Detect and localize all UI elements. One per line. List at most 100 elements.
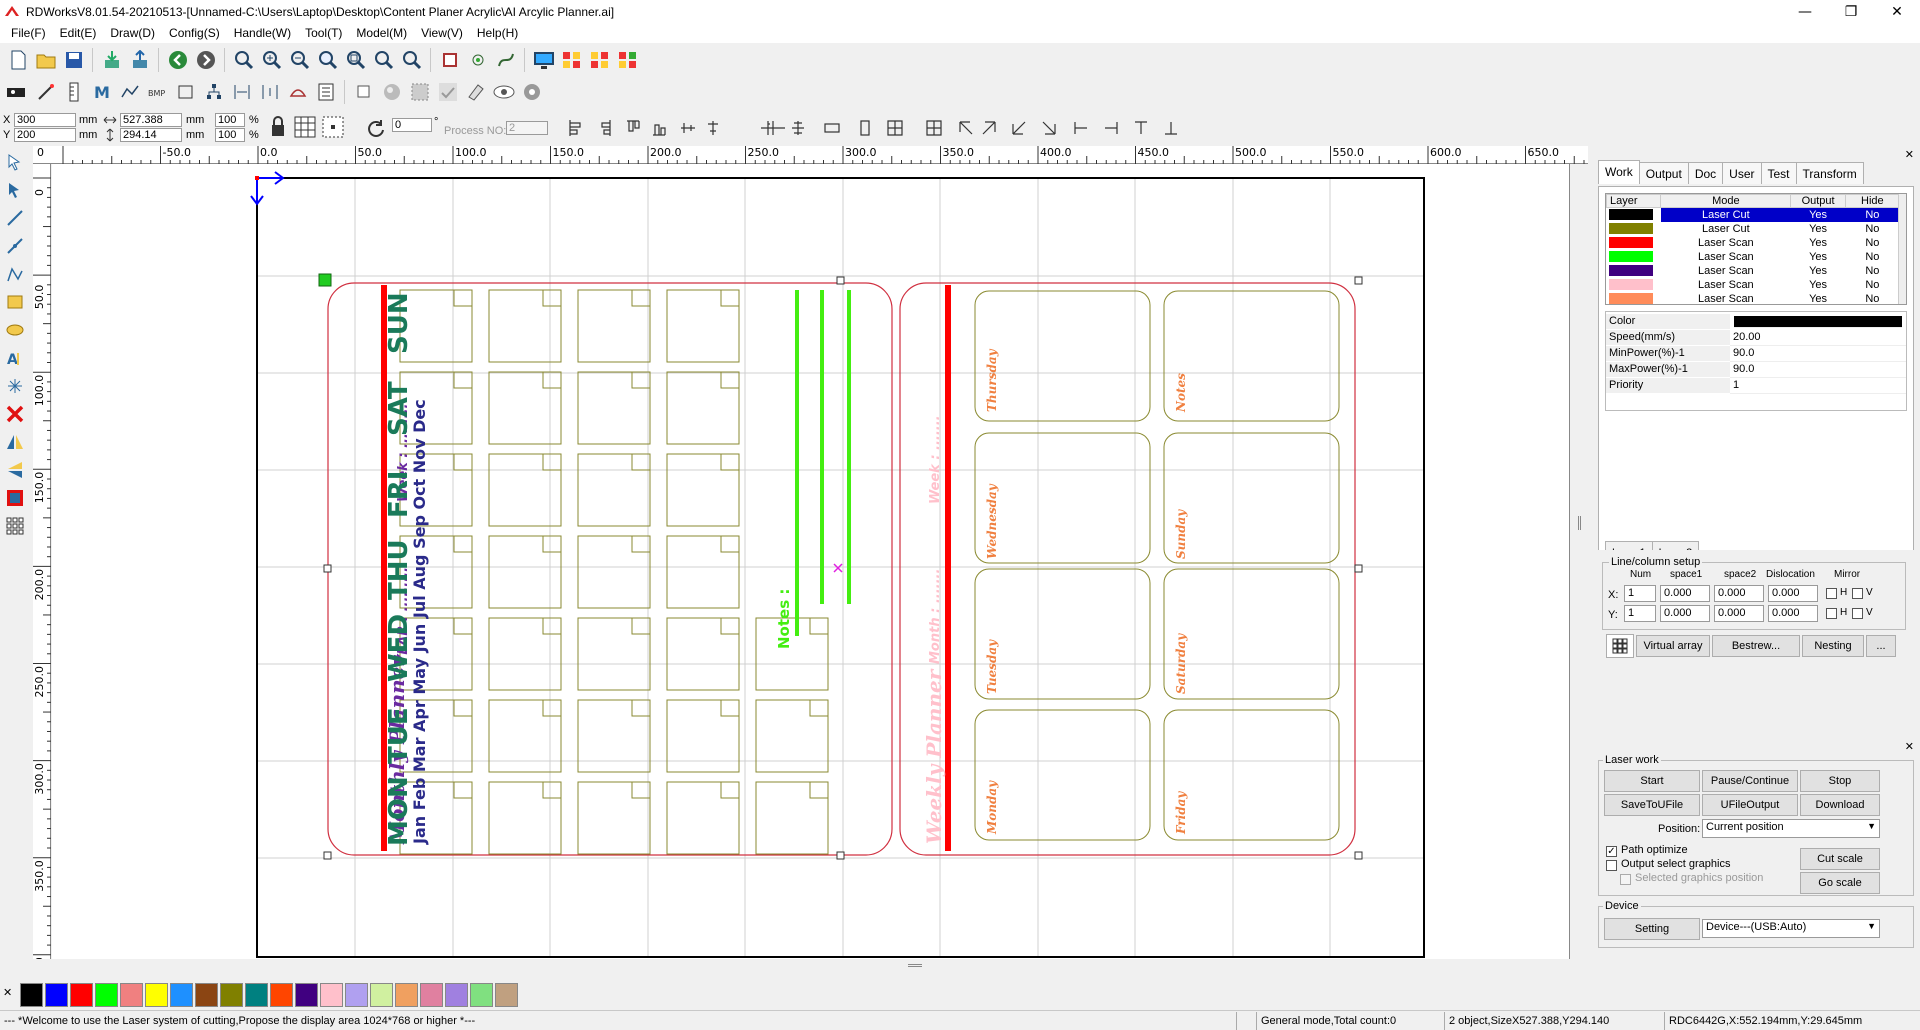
- mirror-x-v-checkbox[interactable]: [1852, 588, 1863, 599]
- color-swatch[interactable]: [270, 983, 293, 1007]
- layer-output[interactable]: Yes: [1791, 222, 1845, 236]
- layer-hide[interactable]: No: [1845, 222, 1899, 236]
- node-icon[interactable]: [464, 47, 492, 73]
- color-swatch[interactable]: [345, 983, 368, 1007]
- checkbox-icon[interactable]: [350, 79, 378, 105]
- path-optimize-checkbox[interactable]: ✓: [1606, 846, 1617, 857]
- layer-mode[interactable]: Laser Scan: [1661, 236, 1791, 250]
- layer-hide[interactable]: No: [1845, 264, 1899, 278]
- panel-close-icon[interactable]: ✕: [1905, 148, 1914, 161]
- layer-mode[interactable]: Laser Scan: [1661, 250, 1791, 264]
- rectangle-tool-icon[interactable]: [0, 288, 30, 316]
- import-icon[interactable]: [98, 47, 126, 73]
- laser-image-icon[interactable]: [0, 484, 30, 512]
- node-edit-icon[interactable]: [0, 176, 30, 204]
- start-button[interactable]: Start: [1604, 770, 1700, 792]
- menu-model[interactable]: Model(M): [349, 23, 414, 43]
- lock-icon[interactable]: [270, 116, 286, 141]
- tab-test[interactable]: Test: [1760, 162, 1797, 184]
- tab-transform[interactable]: Transform: [1795, 162, 1864, 184]
- layer-hide[interactable]: No: [1845, 292, 1899, 305]
- position-select[interactable]: Current position ▼: [1702, 819, 1880, 838]
- redo-icon[interactable]: [192, 47, 220, 73]
- color-swatch[interactable]: [170, 983, 193, 1007]
- array-x-space1[interactable]: 0.000: [1660, 585, 1710, 602]
- new-file-icon[interactable]: [4, 47, 32, 73]
- array-yellow-icon[interactable]: [586, 47, 614, 73]
- color-swatch[interactable]: [20, 983, 43, 1007]
- layer-output[interactable]: Yes: [1791, 264, 1845, 278]
- layer-row[interactable]: Laser Scan Yes No: [1607, 278, 1900, 292]
- rotate-icon[interactable]: [366, 118, 386, 141]
- export-icon[interactable]: [126, 47, 154, 73]
- layer-row[interactable]: Laser Scan Yes No: [1607, 250, 1900, 264]
- menu-handle[interactable]: Handle(W): [227, 23, 298, 43]
- menu-view[interactable]: View(V): [414, 23, 470, 43]
- layer-row[interactable]: Laser Scan Yes No: [1607, 292, 1900, 305]
- maximize-button[interactable]: ❐: [1828, 0, 1874, 23]
- menu-config[interactable]: Config(S): [162, 23, 227, 43]
- bottom-splitter-handle[interactable]: [908, 964, 922, 967]
- color-swatch[interactable]: [295, 983, 318, 1007]
- layer-hide[interactable]: No: [1845, 250, 1899, 264]
- array-y-num[interactable]: 1: [1624, 605, 1656, 622]
- ufile-output-button[interactable]: UFileOutput: [1702, 794, 1798, 816]
- color-swatch[interactable]: [445, 983, 468, 1007]
- model-m-icon[interactable]: M: [88, 79, 116, 105]
- sphere-icon[interactable]: [378, 79, 406, 105]
- color-swatch[interactable]: [495, 983, 518, 1007]
- zoom-select-icon[interactable]: [342, 47, 370, 73]
- bestrew-button[interactable]: Bestrew...: [1712, 635, 1800, 657]
- curve-tool-icon[interactable]: [0, 260, 30, 288]
- height-input[interactable]: [120, 128, 182, 142]
- path-icon[interactable]: [492, 47, 520, 73]
- device-setting-button[interactable]: Setting: [1604, 918, 1700, 940]
- check-tool-icon[interactable]: [434, 79, 462, 105]
- eraser-icon[interactable]: [462, 79, 490, 105]
- menu-file[interactable]: File(F): [4, 23, 53, 43]
- color-swatch[interactable]: [395, 983, 418, 1007]
- tab-work[interactable]: Work: [1598, 160, 1640, 184]
- drawing-canvas[interactable]: Jan Feb Mar Apr May Jun Jul Aug Sep Oct …: [52, 164, 1570, 959]
- right-splitter-handle[interactable]: [1578, 516, 1581, 530]
- weld-icon[interactable]: [284, 79, 312, 105]
- settings-gear-icon[interactable]: [518, 79, 546, 105]
- close-button[interactable]: ✕: [1874, 0, 1920, 23]
- color-swatch[interactable]: [220, 983, 243, 1007]
- layer-mode[interactable]: Laser Cut: [1661, 222, 1791, 236]
- zoom-all-icon[interactable]: [398, 47, 426, 73]
- array-green-icon[interactable]: [614, 47, 642, 73]
- layer-output[interactable]: Yes: [1791, 250, 1845, 264]
- save-icon[interactable]: [60, 47, 88, 73]
- align-tools-icon[interactable]: [565, 118, 1195, 138]
- zoom-out-icon[interactable]: [286, 47, 314, 73]
- rotate-angle-input[interactable]: [392, 118, 432, 132]
- menu-edit[interactable]: Edit(E): [53, 23, 104, 43]
- color-swatch[interactable]: [420, 983, 443, 1007]
- layer-hide[interactable]: No: [1845, 278, 1899, 292]
- menu-tool[interactable]: Tool(T): [298, 23, 349, 43]
- array-y-dislocation[interactable]: 0.000: [1768, 605, 1818, 622]
- list-icon[interactable]: [312, 79, 340, 105]
- color-swatch[interactable]: [320, 983, 343, 1007]
- tab-user[interactable]: User: [1722, 162, 1762, 184]
- selection-anchor[interactable]: [318, 273, 332, 287]
- select-arrow-icon[interactable]: [0, 148, 30, 176]
- array-red-icon[interactable]: [558, 47, 586, 73]
- layer-mode[interactable]: Laser Cut: [1660, 207, 1791, 222]
- scale-height-input[interactable]: [215, 128, 245, 142]
- array-y-space1[interactable]: 0.000: [1660, 605, 1710, 622]
- color-swatch[interactable]: [470, 983, 493, 1007]
- tab-output[interactable]: Output: [1638, 162, 1689, 184]
- color-swatch[interactable]: [245, 983, 268, 1007]
- line-tool-icon[interactable]: [0, 204, 30, 232]
- frame-icon[interactable]: [436, 47, 464, 73]
- layer-output[interactable]: Yes: [1790, 207, 1846, 222]
- curve-icon[interactable]: [116, 79, 144, 105]
- layer-output[interactable]: Yes: [1791, 278, 1845, 292]
- nesting-button[interactable]: Nesting: [1802, 635, 1864, 657]
- zoom-page-icon[interactable]: [314, 47, 342, 73]
- output-select-checkbox[interactable]: [1606, 860, 1617, 871]
- ruler-icon[interactable]: [60, 79, 88, 105]
- layer-scrollbar[interactable]: [1898, 194, 1906, 304]
